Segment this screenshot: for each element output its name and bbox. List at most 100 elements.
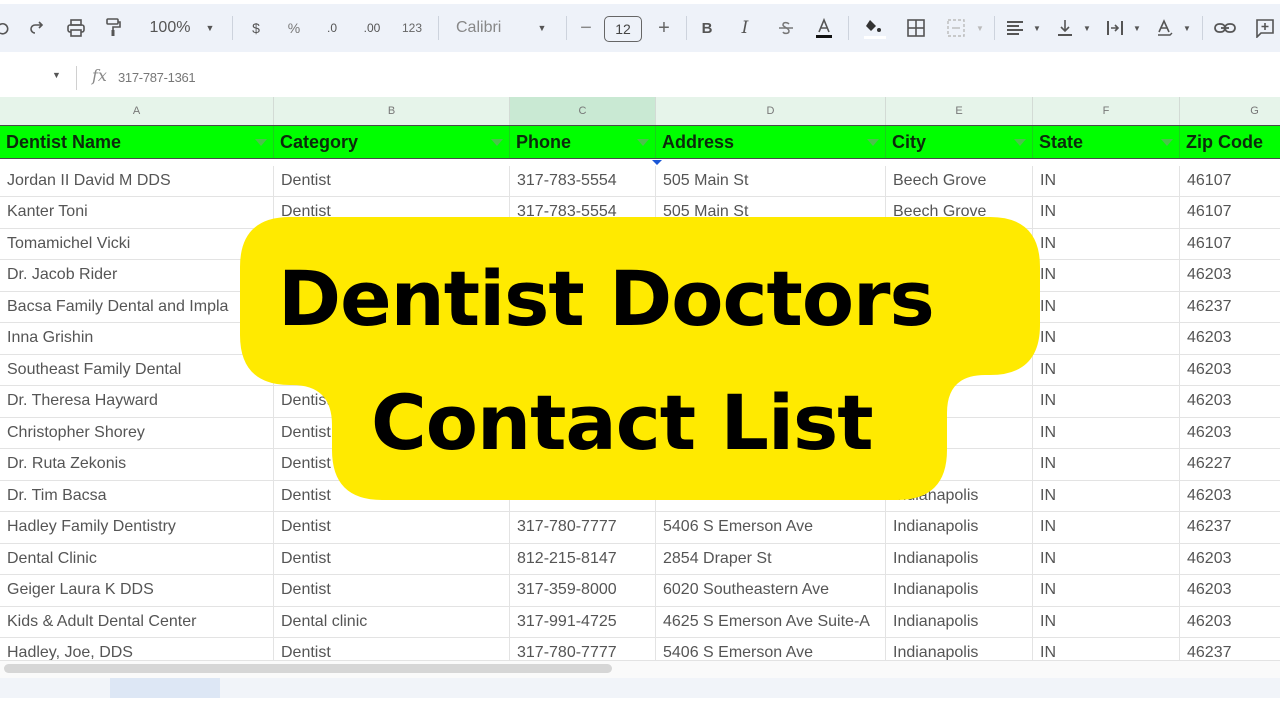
table-cell[interactable]: 317-783-5554: [510, 165, 656, 196]
table-cell[interactable]: IN: [1033, 197, 1180, 228]
table-cell[interactable]: Dentist: [274, 165, 510, 196]
table-cell[interactable]: IN: [1033, 480, 1180, 511]
table-cell[interactable]: Kids & Adult Dental Center: [0, 606, 274, 637]
vertical-align-button[interactable]: [1054, 4, 1076, 52]
table-cell[interactable]: 317-780-7777: [510, 512, 656, 543]
column-header-c[interactable]: C: [510, 97, 656, 125]
column-header-d[interactable]: D: [656, 97, 886, 125]
table-cell[interactable]: [886, 354, 1033, 385]
table-cell[interactable]: IN: [1033, 512, 1180, 543]
table-cell[interactable]: Indianapolis: [886, 480, 1033, 511]
header-cell[interactable]: Address: [656, 126, 886, 158]
table-cell[interactable]: Dentist: [274, 480, 510, 511]
text-rotation-button[interactable]: [1154, 4, 1176, 52]
vertical-align-dropdown[interactable]: ▼: [1080, 4, 1094, 52]
header-cell[interactable]: State: [1033, 126, 1180, 158]
insert-link-button[interactable]: [1212, 4, 1238, 52]
table-cell[interactable]: Kanter Toni: [0, 197, 274, 228]
table-cell[interactable]: 46203: [1180, 575, 1280, 606]
header-cell[interactable]: Category: [274, 126, 510, 158]
table-cell[interactable]: IN: [1033, 291, 1180, 322]
text-wrap-button[interactable]: [1104, 4, 1126, 52]
table-cell[interactable]: IN: [1033, 449, 1180, 480]
table-cell[interactable]: IN: [1033, 260, 1180, 291]
font-family-select[interactable]: Calibri: [448, 4, 526, 52]
table-cell[interactable]: Bacsa Family Dental and Impla: [0, 291, 274, 322]
table-cell[interactable]: 46203: [1180, 418, 1280, 449]
filter-icon[interactable]: [867, 139, 879, 146]
table-cell[interactable]: Indianapolis: [886, 512, 1033, 543]
table-cell[interactable]: 4625 S Emerson Ave Suite-A: [656, 606, 886, 637]
italic-button[interactable]: I: [734, 4, 756, 52]
zoom-dropdown-arrow[interactable]: ▼: [202, 4, 218, 52]
merge-dropdown-arrow[interactable]: ▼: [972, 4, 988, 52]
percent-format-button[interactable]: %: [284, 4, 304, 52]
table-cell[interactable]: Indianapolis: [886, 543, 1033, 574]
font-family-dropdown-arrow[interactable]: ▼: [532, 4, 552, 52]
header-cell[interactable]: Phone: [510, 126, 656, 158]
filter-icon[interactable]: [1161, 139, 1173, 146]
table-cell[interactable]: Dr. Jacob Rider: [0, 260, 274, 291]
table-cell[interactable]: IN: [1033, 543, 1180, 574]
table-cell[interactable]: Geiger Laura K DDS: [0, 575, 274, 606]
table-cell[interactable]: Dentist: [274, 512, 510, 543]
header-cell[interactable]: Dentist Name: [0, 126, 274, 158]
table-cell[interactable]: 505 Main St: [656, 165, 886, 196]
table-cell[interactable]: 812-215-8147: [510, 543, 656, 574]
table-cell[interactable]: 46203: [1180, 260, 1280, 291]
filter-icon[interactable]: [491, 139, 503, 146]
strikethrough-button[interactable]: [774, 4, 798, 52]
table-cell[interactable]: apolis: [886, 449, 1033, 480]
table-cell[interactable]: 46203: [1180, 481, 1280, 512]
table-cell[interactable]: Dentist: [274, 543, 510, 574]
bold-button[interactable]: B: [696, 4, 718, 52]
decrease-font-size-button[interactable]: −: [574, 4, 598, 52]
table-cell[interactable]: 317-359-8000: [510, 575, 656, 606]
table-cell[interactable]: Inna Grishin: [0, 323, 274, 354]
table-cell[interactable]: 46237: [1180, 512, 1280, 543]
table-cell[interactable]: Southeast Family Dental: [0, 354, 274, 385]
table-cell[interactable]: 46203: [1180, 323, 1280, 354]
table-cell[interactable]: IN: [1033, 354, 1180, 385]
table-cell[interactable]: [510, 480, 656, 511]
redo-button[interactable]: [28, 4, 48, 52]
table-cell[interactable]: Dentist: [274, 197, 510, 228]
table-cell[interactable]: 6020 Southeastern Ave: [656, 575, 886, 606]
table-cell[interactable]: Tomamichel Vicki: [0, 228, 274, 259]
table-cell[interactable]: 2854 Draper St: [656, 543, 886, 574]
table-cell[interactable]: Dental clinic: [274, 606, 510, 637]
font-size-input[interactable]: 12: [604, 16, 642, 42]
table-cell[interactable]: Beech Grove: [886, 197, 1033, 228]
table-cell[interactable]: 46203: [1180, 386, 1280, 417]
table-cell[interactable]: 46107: [1180, 166, 1280, 197]
horizontal-align-dropdown[interactable]: ▼: [1030, 4, 1044, 52]
table-cell[interactable]: Dr. Ruta Zekonis: [0, 449, 274, 480]
name-box-dropdown[interactable]: ▼: [52, 70, 61, 80]
increase-font-size-button[interactable]: +: [652, 4, 676, 52]
table-cell[interactable]: IN: [1033, 165, 1180, 196]
table-cell[interactable]: 46203: [1180, 355, 1280, 386]
horizontal-scrollbar[interactable]: [4, 664, 612, 673]
text-rotation-dropdown[interactable]: ▼: [1180, 4, 1194, 52]
formula-input[interactable]: 317-787-1361: [118, 70, 196, 85]
table-cell[interactable]: Christopher Shorey: [0, 417, 274, 448]
table-cell[interactable]: 46203: [1180, 544, 1280, 575]
table-cell[interactable]: apolis: [886, 386, 1033, 417]
text-wrap-dropdown[interactable]: ▼: [1130, 4, 1144, 52]
table-cell[interactable]: 317-783-5554: [510, 197, 656, 228]
undo-button[interactable]: [0, 4, 12, 52]
filter-icon[interactable]: [637, 139, 649, 146]
increase-decimal-button[interactable]: .00: [358, 4, 386, 52]
table-cell[interactable]: 505 Main St: [656, 197, 886, 228]
selection-handle[interactable]: [652, 160, 662, 165]
table-cell[interactable]: Dr. Theresa Hayward: [0, 386, 274, 417]
paint-format-button[interactable]: [102, 4, 124, 52]
table-cell[interactable]: IN: [1033, 575, 1180, 606]
table-cell[interactable]: 46107: [1180, 197, 1280, 228]
horizontal-align-button[interactable]: [1004, 4, 1026, 52]
table-cell[interactable]: Jordan II David M DDS: [0, 165, 274, 196]
column-header-f[interactable]: F: [1033, 97, 1180, 125]
table-cell[interactable]: [656, 480, 886, 511]
table-cell[interactable]: Dr. Tim Bacsa: [0, 480, 274, 511]
column-header-g[interactable]: G: [1180, 97, 1280, 125]
